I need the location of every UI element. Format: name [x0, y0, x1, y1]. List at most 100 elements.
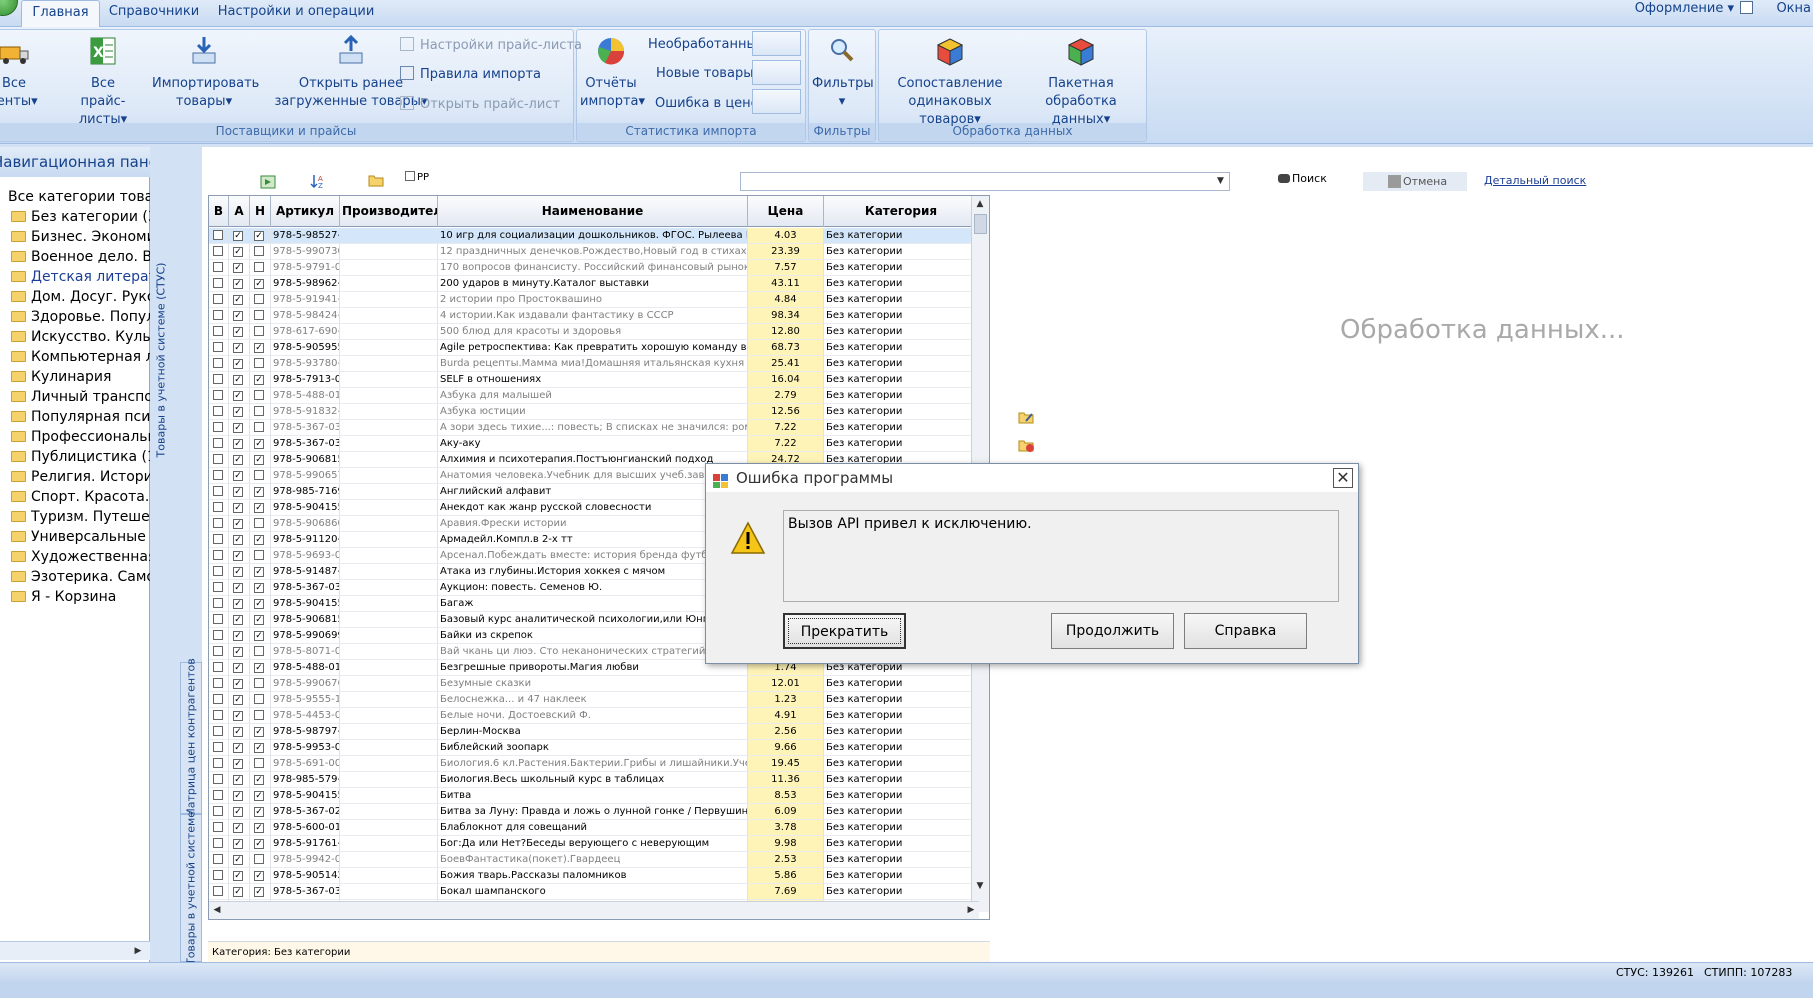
checkbox[interactable]: [254, 710, 264, 720]
checkbox-a[interactable]: ✓: [229, 836, 250, 852]
col-header-v[interactable]: В: [209, 196, 229, 227]
checkbox[interactable]: [213, 534, 223, 544]
checkbox-v[interactable]: [209, 372, 229, 388]
checkbox[interactable]: [213, 342, 223, 352]
checkbox[interactable]: ✓: [233, 871, 243, 881]
checkbox-n[interactable]: ✓: [250, 804, 271, 820]
checkbox-v[interactable]: [209, 308, 229, 324]
checkbox-n[interactable]: ✓: [250, 628, 271, 644]
all-agents-button[interactable]: Все агенты▾: [0, 35, 38, 111]
checkbox[interactable]: [254, 262, 264, 272]
checkbox[interactable]: [254, 294, 264, 304]
table-row[interactable]: ✓ ✓ 978-5-367-031 Бокал шампанского7.69Без …: [209, 884, 979, 900]
checkbox-n[interactable]: [250, 356, 271, 372]
checkbox-a[interactable]: ✓: [229, 660, 250, 676]
scroll-down-icon[interactable]: ▼: [972, 878, 988, 894]
checkbox-v[interactable]: [209, 500, 229, 516]
checkbox-v[interactable]: [209, 644, 229, 660]
checkbox-n[interactable]: [250, 292, 271, 308]
scroll-left-icon[interactable]: ◀: [209, 902, 225, 918]
checkbox[interactable]: ✓: [233, 791, 243, 801]
checkbox-n[interactable]: ✓: [250, 660, 271, 676]
chevron-down-icon[interactable]: ▼: [1214, 175, 1227, 188]
nav-horizontal-scrollbar[interactable]: ▶: [0, 941, 150, 960]
checkbox-n[interactable]: [250, 404, 271, 420]
checkbox-n[interactable]: [250, 468, 271, 484]
table-row[interactable]: ✓ 978-5-98424-1 4 истории.Как издавали фан…: [209, 308, 979, 324]
category-item[interactable]: Религия. История: [0, 467, 150, 487]
checkbox-n[interactable]: [250, 420, 271, 436]
checkbox[interactable]: [213, 294, 223, 304]
search-combobox[interactable]: ▼: [740, 172, 1230, 191]
category-item[interactable]: Детская литерату: [0, 267, 150, 287]
checkbox[interactable]: [213, 774, 223, 784]
checkbox-a[interactable]: ✓: [229, 852, 250, 868]
checkbox-n[interactable]: [250, 516, 271, 532]
checkbox[interactable]: ✓: [254, 823, 264, 833]
vtab-goods-in-system[interactable]: Товары в учетной системе: [180, 811, 202, 965]
checkbox-a[interactable]: ✓: [229, 404, 250, 420]
checkbox-v[interactable]: [209, 516, 229, 532]
col-header-category[interactable]: Категория: [824, 196, 979, 227]
table-row[interactable]: ✓ 978-5-93780-0 Burda рецепты.Мамма миа!До…: [209, 356, 979, 372]
pp-checkbox-box[interactable]: [405, 171, 415, 181]
checkbox[interactable]: ✓: [233, 471, 243, 481]
checkbox[interactable]: ✓: [233, 775, 243, 785]
checkbox[interactable]: [213, 422, 223, 432]
checkbox-a[interactable]: ✓: [229, 740, 250, 756]
checkbox-a[interactable]: ✓: [229, 884, 250, 900]
category-item[interactable]: Профессиональна: [0, 427, 150, 447]
table-row[interactable]: ✓ ✓ 978-5-367-036 Аку-аку7.22Без категории: [209, 436, 979, 452]
checkbox[interactable]: ✓: [254, 487, 264, 497]
filters-button[interactable]: Фильтры ▾: [812, 35, 874, 111]
scroll-right-icon[interactable]: ▶: [130, 943, 146, 959]
checkbox-a[interactable]: ✓: [229, 500, 250, 516]
table-row[interactable]: ✓ ✓ 978-5-9953-01 Библейский зоопарк9.66Без…: [209, 740, 979, 756]
batch-processing-button[interactable]: Пакетная обработка данных▾: [1018, 35, 1144, 129]
checkbox-a[interactable]: ✓: [229, 644, 250, 660]
checkbox[interactable]: ✓: [233, 439, 243, 449]
checkbox-a[interactable]: ✓: [229, 388, 250, 404]
checkbox-n[interactable]: ✓: [250, 612, 271, 628]
checkbox-v[interactable]: [209, 548, 229, 564]
checkbox[interactable]: ✓: [233, 567, 243, 577]
checkbox-n[interactable]: ✓: [250, 884, 271, 900]
checkbox[interactable]: [213, 518, 223, 528]
checkbox-n[interactable]: [250, 692, 271, 708]
category-item[interactable]: Личный транспор: [0, 387, 150, 407]
vtab-price-matrix[interactable]: Матрица цен контрагентов: [180, 658, 202, 818]
checkbox-v[interactable]: [209, 244, 229, 260]
checkbox[interactable]: [213, 838, 223, 848]
checkbox-n[interactable]: ✓: [250, 772, 271, 788]
checkbox[interactable]: ✓: [233, 247, 243, 257]
checkbox-a[interactable]: ✓: [229, 532, 250, 548]
checkbox-n[interactable]: [250, 644, 271, 660]
checkbox[interactable]: ✓: [233, 311, 243, 321]
checkbox-n[interactable]: ✓: [250, 276, 271, 292]
checkbox-n[interactable]: ✓: [250, 532, 271, 548]
checkbox[interactable]: [254, 358, 264, 368]
checkbox[interactable]: [254, 694, 264, 704]
checkbox-v[interactable]: [209, 292, 229, 308]
checkbox[interactable]: ✓: [254, 567, 264, 577]
checkbox[interactable]: ✓: [233, 263, 243, 273]
checkbox[interactable]: ✓: [233, 743, 243, 753]
checkbox-n[interactable]: ✓: [250, 820, 271, 836]
checkbox[interactable]: [213, 390, 223, 400]
checkbox[interactable]: [213, 758, 223, 768]
checkbox[interactable]: ✓: [233, 823, 243, 833]
checkbox-v[interactable]: [209, 820, 229, 836]
table-row[interactable]: ✓ 978-617-690-1 500 блюд для красоты и здо…: [209, 324, 979, 340]
table-row[interactable]: ✓ ✓ 978-5-367-027 Битва за Луну: Правда и л…: [209, 804, 979, 820]
category-item[interactable]: Художественная: [0, 547, 150, 567]
new-goods-label[interactable]: Новые товары: [656, 66, 753, 81]
checkbox[interactable]: [213, 822, 223, 832]
category-item[interactable]: Универсальные э: [0, 527, 150, 547]
checkbox[interactable]: ✓: [233, 551, 243, 561]
checkbox[interactable]: ✓: [233, 615, 243, 625]
application-orb[interactable]: [0, 0, 18, 16]
checkbox[interactable]: ✓: [254, 775, 264, 785]
checkbox-n[interactable]: [250, 676, 271, 692]
checkbox-v[interactable]: [209, 340, 229, 356]
checkbox[interactable]: [213, 454, 223, 464]
